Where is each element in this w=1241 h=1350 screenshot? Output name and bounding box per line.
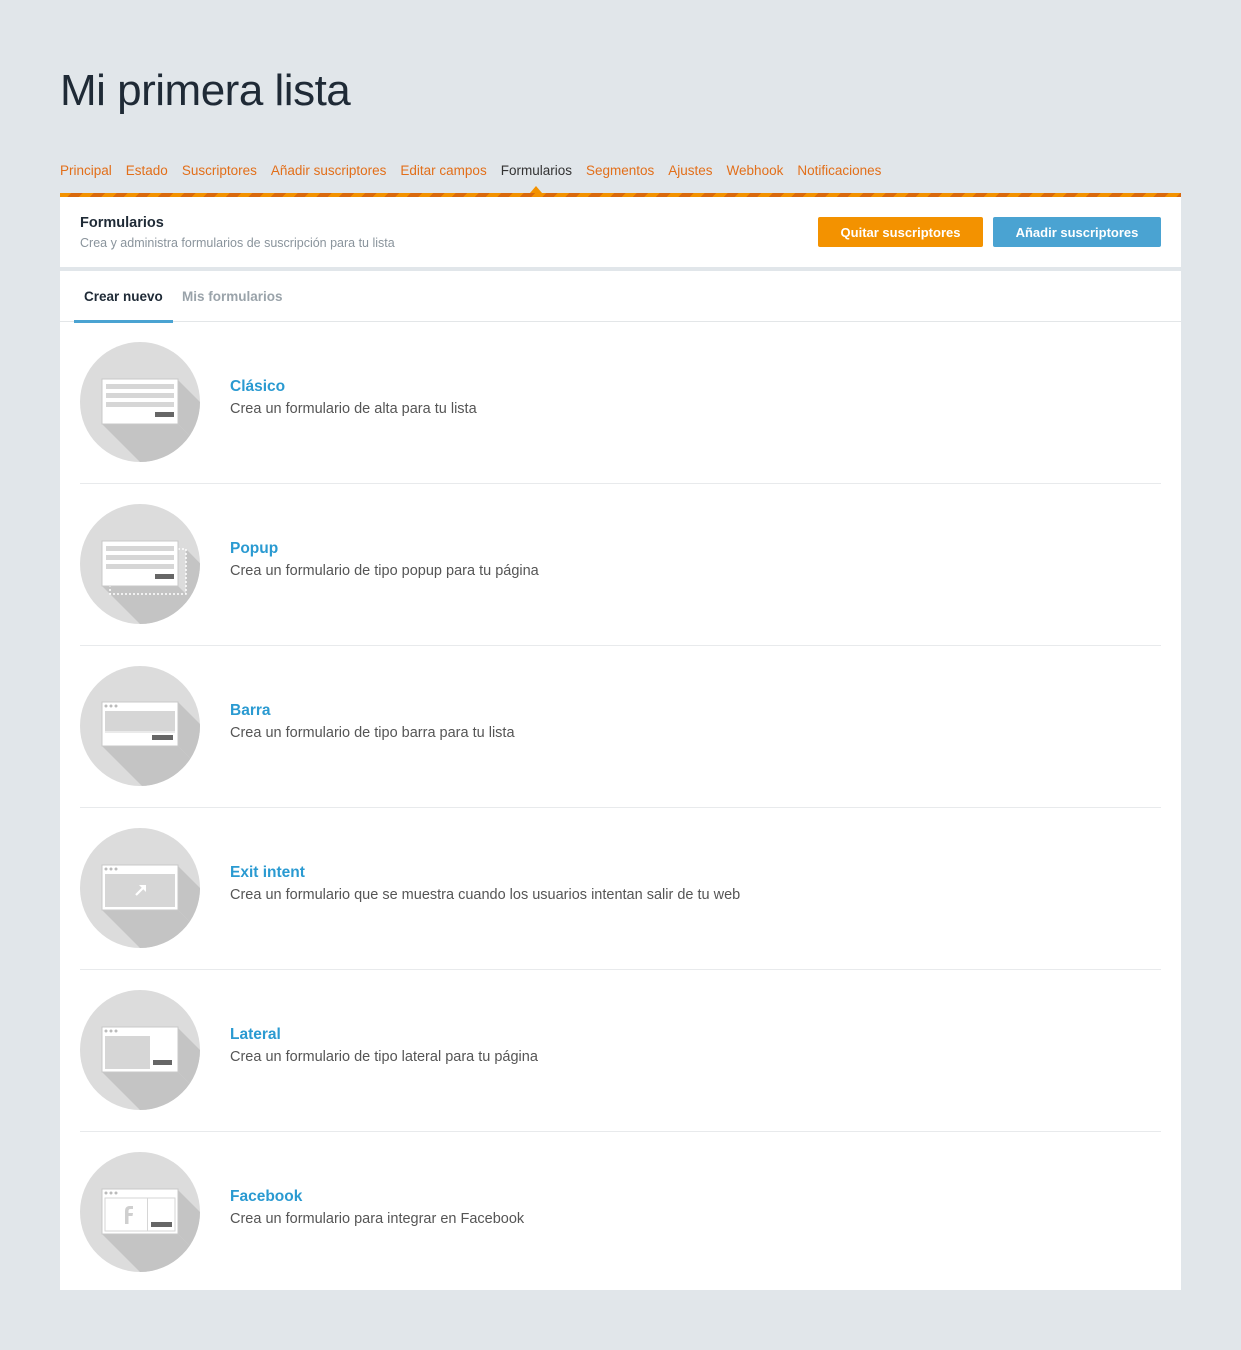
form-type-title[interactable]: Barra <box>230 702 271 720</box>
nav-anadir-suscriptores[interactable]: Añadir suscriptores <box>271 163 387 178</box>
form-type-description: Crea un formulario de alta para tu lista <box>230 401 477 417</box>
nav-ajustes[interactable]: Ajustes <box>668 163 712 178</box>
nav-webhook[interactable]: Webhook <box>727 163 784 178</box>
form-type-description: Crea un formulario de tipo popup para tu… <box>230 563 539 579</box>
form-type-description: Crea un formulario de tipo barra para tu… <box>230 725 515 741</box>
form-type-facebook[interactable]: Facebook Crea un formulario para integra… <box>80 1132 1161 1293</box>
nav-estado[interactable]: Estado <box>126 163 168 178</box>
form-type-exit-intent[interactable]: Exit intent Crea un formulario que se mu… <box>80 808 1161 970</box>
nav-principal[interactable]: Principal <box>60 163 112 178</box>
nav-editar-campos[interactable]: Editar campos <box>400 163 486 178</box>
add-subscribers-button[interactable]: Añadir suscriptores <box>993 217 1161 247</box>
nav-notificaciones[interactable]: Notificaciones <box>797 163 881 178</box>
section-title: Formularios <box>80 215 164 231</box>
form-type-lateral[interactable]: Lateral Crea un formulario de tipo later… <box>80 970 1161 1132</box>
forms-tabs: Crear nuevo Mis formularios <box>60 271 1181 323</box>
tab-create-new[interactable]: Crear nuevo <box>74 289 173 323</box>
form-type-title[interactable]: Lateral <box>230 1026 281 1044</box>
classic-form-icon <box>80 342 200 462</box>
form-type-description: Crea un formulario que se muestra cuando… <box>230 887 741 903</box>
form-type-title[interactable]: Facebook <box>230 1188 302 1206</box>
form-type-bar[interactable]: Barra Crea un formulario de tipo barra p… <box>80 646 1161 808</box>
list-nav: Principal Estado Suscriptores Añadir sus… <box>60 163 895 193</box>
form-type-description: Crea un formulario de tipo lateral para … <box>230 1049 538 1065</box>
facebook-form-icon <box>80 1152 200 1272</box>
form-type-list: Clásico Crea un formulario de alta para … <box>80 322 1161 1293</box>
forms-panel: Crear nuevo Mis formularios Clásico Crea… <box>60 271 1181 1290</box>
form-type-title[interactable]: Popup <box>230 540 278 558</box>
tab-my-forms[interactable]: Mis formularios <box>182 289 283 320</box>
form-type-title[interactable]: Clásico <box>230 378 285 396</box>
form-type-description: Crea un formulario para integrar en Face… <box>230 1211 525 1227</box>
nav-segmentos[interactable]: Segmentos <box>586 163 654 178</box>
form-type-classic[interactable]: Clásico Crea un formulario de alta para … <box>80 322 1161 484</box>
lateral-form-icon <box>80 990 200 1110</box>
section-subtitle: Crea y administra formularios de suscrip… <box>80 236 395 250</box>
nav-formularios[interactable]: Formularios <box>501 163 572 193</box>
bar-form-icon <box>80 666 200 786</box>
remove-subscribers-button[interactable]: Quitar suscriptores <box>818 217 983 247</box>
form-type-popup[interactable]: Popup Crea un formulario de tipo popup p… <box>80 484 1161 646</box>
page-title: Mi primera lista <box>60 66 351 115</box>
section-header: Formularios Crea y administra formulario… <box>60 197 1181 267</box>
popup-form-icon <box>80 504 200 624</box>
nav-suscriptores[interactable]: Suscriptores <box>182 163 257 178</box>
exit-intent-form-icon <box>80 828 200 948</box>
form-type-title[interactable]: Exit intent <box>230 864 305 882</box>
